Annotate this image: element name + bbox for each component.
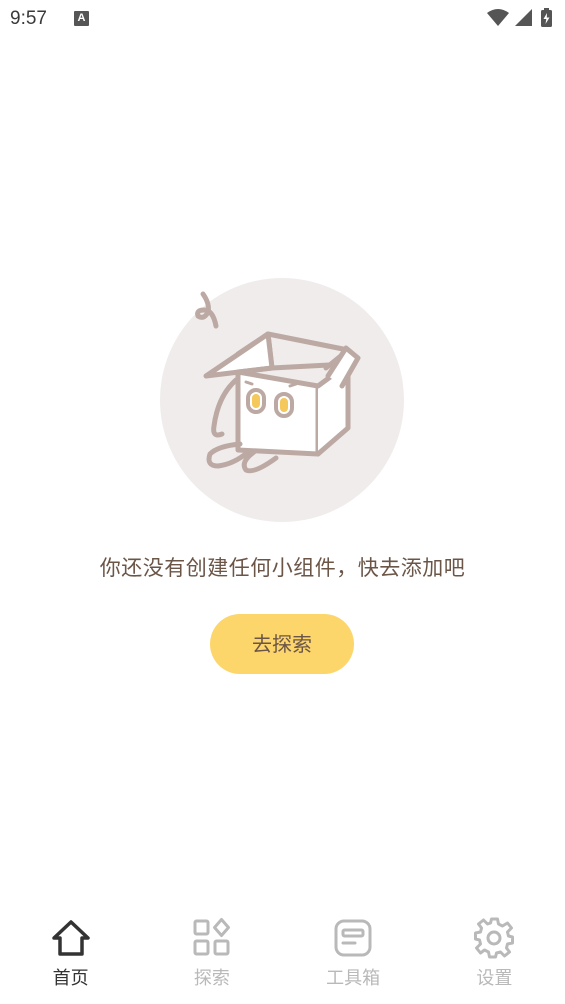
nav-item-explore[interactable]: 探索 <box>141 912 282 1004</box>
status-icons <box>487 8 552 27</box>
gear-icon <box>474 917 515 959</box>
nav-item-toolbox[interactable]: 工具箱 <box>283 912 424 1004</box>
nav-label-settings: 设置 <box>476 968 513 989</box>
signal-icon <box>515 9 532 26</box>
grid-icon <box>193 918 230 956</box>
nav-item-settings[interactable]: 设置 <box>424 912 565 1004</box>
status-bar: 9:57 A <box>0 0 565 40</box>
status-time: 9:57 <box>10 8 47 29</box>
empty-state-message: 你还没有创建任何小组件，快去添加吧 <box>99 556 466 580</box>
nav-label-toolbox: 工具箱 <box>326 968 381 989</box>
bottom-navigation: 首页 探索 工具箱 设置 <box>0 912 565 1004</box>
nav-label-explore: 探索 <box>193 968 230 989</box>
toolbox-icon <box>334 919 372 957</box>
a-box-icon: A <box>74 11 89 26</box>
battery-charging-icon <box>541 8 552 27</box>
home-icon <box>51 920 90 956</box>
wifi-icon <box>487 9 509 26</box>
explore-button[interactable]: 去探索 <box>210 614 354 674</box>
empty-box-illustration <box>160 278 404 522</box>
nav-item-home[interactable]: 首页 <box>0 912 141 1004</box>
nav-label-home: 首页 <box>52 968 89 989</box>
